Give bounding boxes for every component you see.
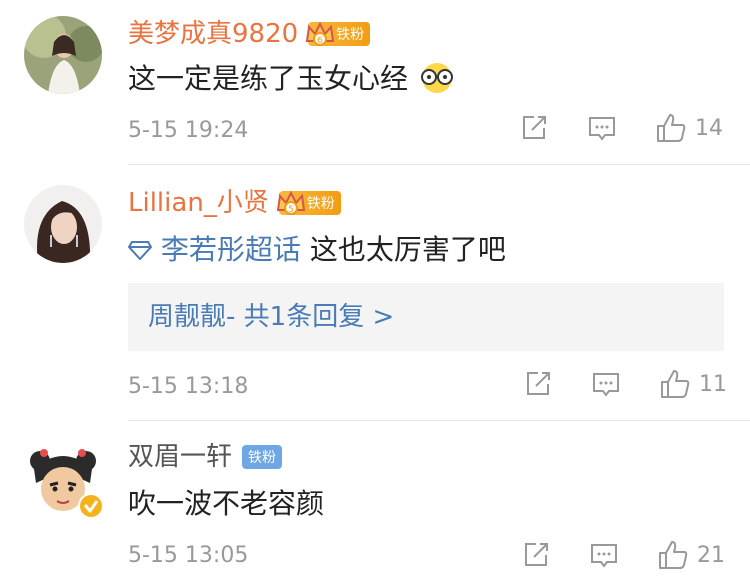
- svg-text:6: 6: [317, 36, 323, 46]
- like-count: 14: [695, 115, 723, 141]
- verified-icon: [78, 493, 104, 519]
- comment-icon: [591, 544, 617, 568]
- username[interactable]: 美梦成真9820: [128, 14, 298, 54]
- like-icon: [661, 370, 690, 398]
- comment-icon: [593, 373, 619, 397]
- forward-icon: [527, 372, 550, 395]
- like-count: 11: [699, 371, 727, 397]
- username-row: 双眉一轩 铁粉: [128, 437, 283, 477]
- forward-button[interactable]: [524, 370, 552, 398]
- svg-text:5: 5: [288, 205, 294, 215]
- like-icon: [659, 541, 688, 569]
- topic-link[interactable]: 李若彤超话: [161, 233, 301, 266]
- timestamp: 5-15 19:24: [128, 118, 249, 143]
- comment-item: Lillian_小贤 5 铁粉 李若彤超话 这也太厉害了吧 周靓靓- 共1条回复…: [0, 165, 750, 419]
- reply-button[interactable]: [591, 370, 621, 400]
- crown-icon: 6: [306, 21, 335, 46]
- comment-text: 吹一波不老容颜: [128, 487, 325, 520]
- username-row: 美梦成真9820 6 铁粉: [128, 14, 371, 54]
- comment-item: 双眉一轩 铁粉 吹一波不老容颜 5-15 13:05 21: [0, 421, 750, 584]
- forward-icon: [523, 116, 546, 139]
- timestamp: 5-15 13:18: [128, 374, 249, 399]
- comment-item: 美梦成真9820 6 铁粉 这一定是练了玉女心经 5-15 19:24 14: [0, 0, 750, 164]
- fan-badge[interactable]: 6 铁粉: [306, 21, 371, 47]
- username[interactable]: 双眉一轩: [128, 437, 232, 477]
- username[interactable]: Lillian_小贤: [128, 183, 269, 223]
- fan-badge-label: 5 铁粉: [276, 190, 341, 215]
- reply-summary-box[interactable]: 周靓靓- 共1条回复 >: [128, 283, 724, 351]
- like-count: 21: [697, 542, 725, 568]
- like-button[interactable]: 14: [655, 112, 723, 144]
- fan-badge-label: 6 铁粉: [306, 21, 371, 46]
- fan-badge[interactable]: 5 铁粉: [276, 190, 341, 216]
- forward-button[interactable]: [522, 541, 550, 569]
- username-row: Lillian_小贤 5 铁粉: [128, 183, 341, 223]
- comment-text: 李若彤超话 这也太厉害了吧: [127, 229, 506, 271]
- diamond-icon: [127, 241, 153, 261]
- fan-badge-label: 铁粉: [242, 445, 283, 469]
- reply-summary-text: 周靓靓- 共1条回复 >: [148, 302, 395, 332]
- avatar[interactable]: [24, 439, 104, 519]
- comment-icon: [589, 117, 615, 141]
- like-button[interactable]: 11: [659, 368, 727, 400]
- emoji-glasses-icon: [420, 63, 453, 93]
- avatar[interactable]: [24, 16, 102, 94]
- like-icon: [657, 114, 686, 142]
- forward-button[interactable]: [520, 114, 548, 142]
- crown-icon: 5: [276, 190, 305, 215]
- forward-icon: [525, 543, 548, 566]
- like-button[interactable]: 21: [657, 539, 725, 571]
- avatar[interactable]: [24, 185, 102, 263]
- timestamp: 5-15 13:05: [128, 543, 249, 568]
- reply-button[interactable]: [589, 541, 619, 571]
- fan-badge[interactable]: 铁粉: [242, 444, 283, 470]
- comment-text: 这一定是练了玉女心经: [128, 58, 457, 100]
- reply-button[interactable]: [587, 114, 617, 144]
